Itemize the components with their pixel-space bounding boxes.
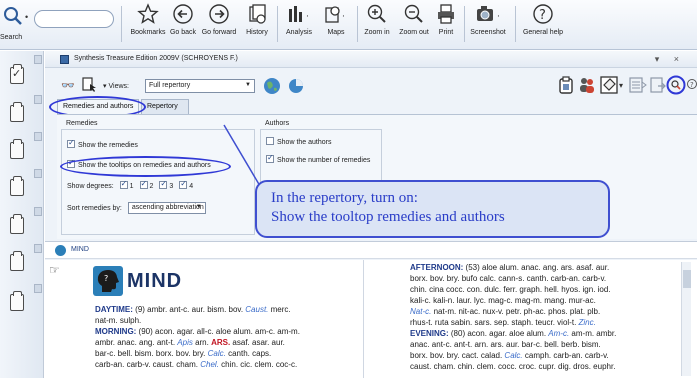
rubric-line: carb-an. carb-v. caust. cham. Chel. chin… [95, 359, 360, 370]
chapter-title: MIND [127, 270, 183, 292]
rubric-text: camph. carb-an. carb-v. [522, 351, 609, 360]
rubric-text: canth. caps. [225, 349, 272, 358]
rubric-line: kali-c. kali-n. laur. lyc. mag-c. mag-m.… [410, 296, 596, 305]
instruction-callout: In the repertory, turn on: Show the tool… [255, 180, 610, 238]
rubric-line: ambr. anac. ang. ant-t. Apis arn. ARS. a… [95, 337, 360, 348]
chapter-header-label: MIND [71, 246, 89, 253]
rubric-text: asaf. asar. aur. [230, 338, 285, 347]
mind-head-icon: ? [93, 266, 123, 296]
rubric-text: (90) acon. agar. all-c. aloe alum. am-c.… [136, 327, 300, 336]
rubric-daytime[interactable]: DAYTIME: (9) ambr. ant-c. aur. bism. bov… [95, 304, 360, 315]
remedy-link[interactable]: Calc. [208, 349, 226, 358]
remedy-link[interactable]: Chel. [200, 360, 219, 369]
column-divider [363, 260, 364, 378]
rubric-text: borx. bov. bry. cact. calad. [410, 351, 505, 360]
remedy-link[interactable]: Calc. [504, 351, 522, 360]
rubric-line: Nat-c. nat-m. nit-ac. nux-v. petr. ph-ac… [410, 306, 680, 317]
rubric-line: rhus-t. ruta sabin. sars. sep. staph. te… [410, 317, 680, 328]
rubric-text: nat-m. nit-ac. nux-v. petr. ph-ac. phos.… [431, 307, 601, 316]
rubric-line: borx. bov. bry. bufo calc. cann-s. canth… [410, 274, 607, 283]
rubric-text: merc. [268, 305, 291, 314]
rubric-text: chin. cic. clem. coc-c. [218, 360, 298, 369]
rubric-afternoon[interactable]: AFTERNOON: (53) aloe alum. anac. ang. ar… [410, 262, 680, 273]
repertory-right-column: AFTERNOON: (53) aloe alum. anac. ang. ar… [410, 262, 680, 372]
remedy-link[interactable]: Apis [177, 338, 193, 347]
rubric-heading: EVENING: [410, 329, 449, 338]
remedy-link[interactable]: Nat-c. [410, 307, 431, 316]
callout-line-1: In the repertory, turn on: [271, 190, 418, 206]
rubric-heading: DAYTIME: [95, 305, 133, 314]
remedy-link[interactable]: ARS. [211, 338, 230, 347]
rubric-text: ambr. anac. ang. ant-t. [95, 338, 178, 347]
vertical-scrollbar[interactable] [681, 262, 691, 376]
rubric-text: bar-c. bell. bism. borx. bov. bry. [95, 349, 208, 358]
rubric-evening[interactable]: EVENING: (80) acon. agar. aloe alum. Am-… [410, 328, 680, 339]
scrollbar-thumb[interactable] [683, 270, 691, 288]
rubric-line: borx. bov. bry. cact. calad. Calc. camph… [410, 350, 680, 361]
remedy-link[interactable]: Zinc. [579, 318, 596, 327]
rubric-line: bar-c. bell. bism. borx. bov. bry. Calc.… [95, 348, 360, 359]
rubric-text: (80) acon. agar. aloe alum. [448, 329, 549, 338]
rubric-text: am-m. ambr. [569, 329, 617, 338]
chapter-header-bar: MIND [45, 241, 697, 259]
rubric-line: nat-m. sulph. [95, 316, 142, 325]
hand-pointer-icon[interactable]: ☞ [49, 263, 60, 277]
repertory-left-column: DAYTIME: (9) ambr. ant-c. aur. bism. bov… [95, 304, 360, 370]
rubric-text: arn. [192, 338, 212, 347]
svg-text:?: ? [104, 274, 108, 283]
rubric-line: chin. cina cocc. con. dulc. ferr. graph.… [410, 285, 611, 294]
rubric-text: (53) aloe alum. anac. ang. ars. asaf. au… [463, 263, 610, 272]
rubric-heading: AFTERNOON: [410, 263, 464, 272]
callout-pointer-line [223, 124, 261, 187]
rubric-text: (9) ambr. ant-c. aur. bism. bov. [132, 305, 246, 314]
remedy-link[interactable]: Caust. [245, 305, 268, 314]
callout-line-2: Show the tooltop remedies and authors [271, 209, 505, 225]
rubric-heading: MORNING: [95, 327, 137, 336]
remedy-link[interactable]: Am-c. [548, 329, 569, 338]
rubric-line: caust. cham. chin. clem. cocc. croc. cup… [410, 362, 616, 371]
rubric-text: rhus-t. ruta sabin. sars. sep. staph. te… [410, 318, 579, 327]
rubric-line: anac. ant-c. ant-t. arn. ars. aur. bar-c… [410, 340, 601, 349]
repertory-content: ☞ ? MIND DAYTIME: (9) ambr. ant-c. aur. … [45, 260, 697, 378]
head-icon [55, 245, 66, 256]
rubric-text: carb-an. carb-v. caust. cham. [95, 360, 201, 369]
rubric-morning[interactable]: MORNING: (90) acon. agar. all-c. aloe al… [95, 326, 360, 337]
